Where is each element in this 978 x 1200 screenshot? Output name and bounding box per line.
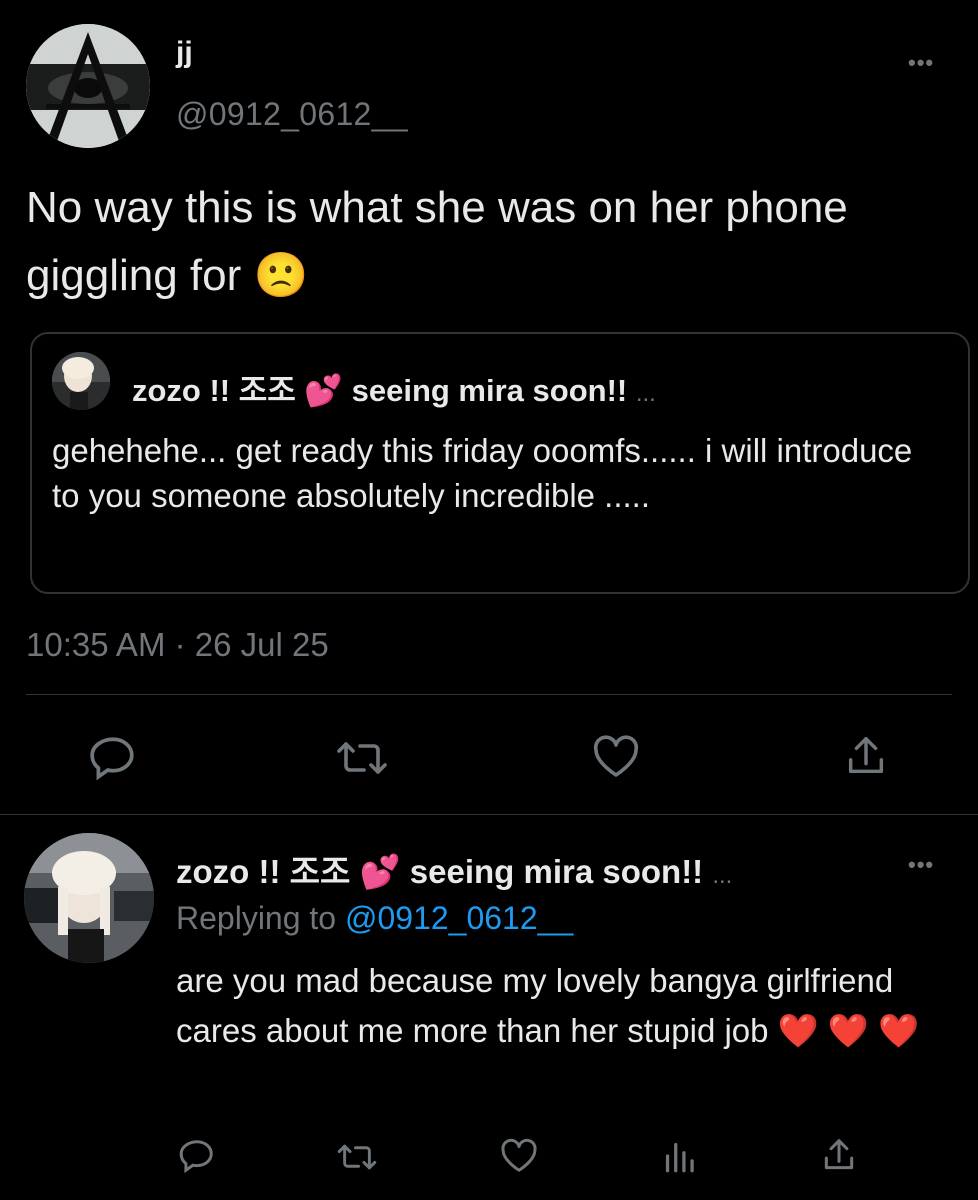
reply-retweet-icon[interactable] (334, 1140, 380, 1174)
avatar-image (24, 833, 154, 963)
reply-text: are you mad because my lovely bangya gir… (176, 962, 920, 1049)
quoted-tweet-author: zozo !! 조조 💕 seeing mira soon!! ... (132, 365, 656, 410)
quoted-display-name: zozo !! 조조 💕 seeing mira soon!! (132, 373, 628, 408)
replying-mention-link[interactable]: @0912_0612__ (345, 900, 573, 936)
avatar-image (26, 24, 150, 148)
reply-author[interactable]: zozo !! 조조 💕 seeing mira soon!! ... (176, 845, 732, 893)
reply-icon[interactable] (88, 735, 138, 781)
tweet-text: No way this is what she was on her phone… (26, 183, 848, 300)
avatar[interactable] (26, 24, 150, 148)
reply-more-options-icon[interactable]: ••• (908, 852, 934, 878)
display-name[interactable]: jj (176, 36, 193, 70)
reply-avatar[interactable] (24, 833, 154, 963)
reply-name-ellipsis: ... (712, 862, 733, 889)
reply-share-icon[interactable] (820, 1136, 858, 1174)
tweet-timestamp[interactable]: 10:35 AM · 26 Jul 25 (26, 626, 329, 664)
share-icon[interactable] (843, 733, 889, 779)
like-icon[interactable] (592, 735, 640, 779)
quoted-tweet-text: gehehehe... get ready this friday ooomfs… (52, 432, 913, 514)
retweet-icon[interactable] (334, 736, 390, 780)
divider (26, 694, 952, 695)
reply-like-icon[interactable] (500, 1138, 538, 1174)
quoted-tweet-avatar (52, 352, 110, 410)
reply-analytics-icon[interactable] (662, 1138, 696, 1174)
avatar-image (52, 352, 110, 410)
more-options-icon[interactable]: ••• (908, 50, 934, 76)
reply-display-name[interactable]: zozo !! 조조 💕 seeing mira soon!! (176, 853, 703, 890)
divider (0, 814, 978, 815)
replying-prefix: Replying to (176, 900, 337, 936)
quoted-name-ellipsis: ... (635, 380, 656, 407)
replying-to: Replying to @0912_0612__ (176, 900, 573, 937)
user-handle[interactable]: @0912_0612__ (176, 96, 408, 133)
reply-reply-icon[interactable] (178, 1138, 216, 1174)
